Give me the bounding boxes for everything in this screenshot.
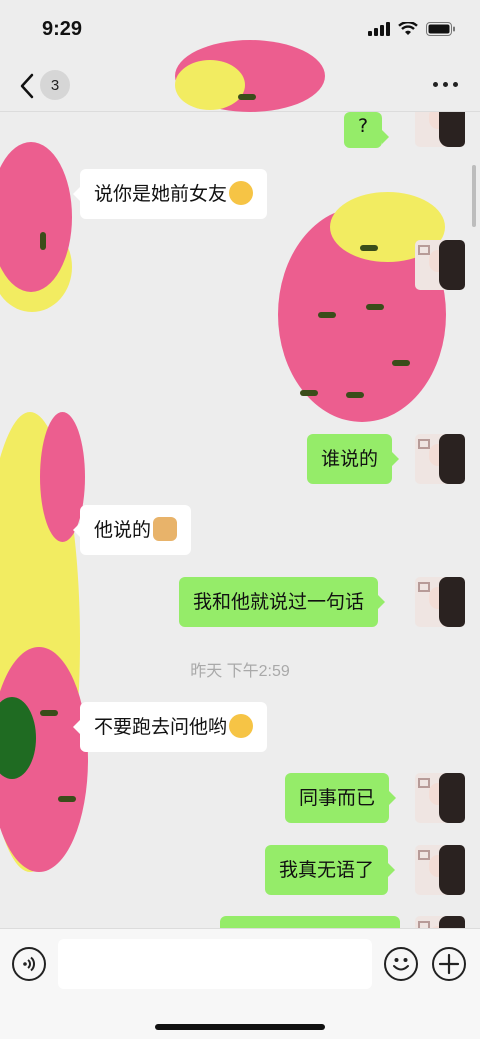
- sticker-seed: [392, 360, 410, 366]
- sticker-seed: [366, 304, 384, 310]
- outgoing-message[interactable]: 同事而已: [285, 773, 397, 823]
- outgoing-message[interactable]: 我和他就说过一句话: [179, 577, 386, 627]
- sticker-seed: [238, 94, 256, 100]
- plus-icon: [438, 953, 460, 975]
- scrollbar[interactable]: [472, 165, 476, 227]
- sticker-seed: [40, 232, 46, 250]
- laughing-crying-emoji-icon: [229, 713, 254, 738]
- sticker-seed: [318, 312, 336, 318]
- wifi-icon: [398, 22, 418, 35]
- status-time: 9:29: [42, 18, 83, 40]
- sticker-seed: [360, 245, 378, 251]
- system-icons: [368, 22, 456, 36]
- back-chevron-icon[interactable]: [16, 72, 40, 100]
- message-list[interactable]: ? 说你是她前女友 谁说的 他说的 我和他就说过一句话 昨天 下午2:59 不要…: [0, 112, 480, 928]
- unread-count-badge[interactable]: 3: [40, 70, 70, 100]
- outgoing-message[interactable]: 谁说的: [307, 434, 400, 484]
- emoji-button[interactable]: [384, 947, 418, 981]
- message-input[interactable]: [58, 939, 372, 989]
- my-avatar[interactable]: [415, 773, 465, 823]
- my-avatar[interactable]: [415, 434, 465, 484]
- message-text: 不要跑去问他哟: [94, 716, 228, 738]
- incoming-message[interactable]: 说你是她前女友: [72, 169, 268, 219]
- my-avatar[interactable]: [415, 112, 465, 147]
- battery-icon: [426, 22, 455, 36]
- message-timestamp: 昨天 下午2:59: [190, 663, 290, 680]
- voice-wave-icon: [23, 956, 35, 972]
- input-bar: [0, 928, 480, 1039]
- sticker-blob: [175, 60, 245, 110]
- more-options-icon[interactable]: [433, 82, 458, 87]
- sticker-seed: [58, 796, 76, 802]
- sticker-seed: [346, 392, 364, 398]
- message-text: 他说的: [94, 519, 152, 541]
- outgoing-message-partial[interactable]: [220, 916, 400, 928]
- more-functions-button[interactable]: [432, 947, 466, 981]
- my-avatar[interactable]: [415, 845, 465, 895]
- my-avatar[interactable]: [415, 916, 465, 928]
- voice-input-button[interactable]: [12, 947, 46, 981]
- message-text: 说你是她前女友: [94, 183, 228, 205]
- incoming-message[interactable]: 他说的: [72, 505, 192, 555]
- dizzy-face-emoji-icon: [229, 180, 254, 205]
- home-indicator: [155, 1024, 325, 1030]
- incoming-message[interactable]: 不要跑去问他哟: [72, 702, 268, 752]
- my-avatar[interactable]: [415, 577, 465, 627]
- signal-icon: [368, 22, 390, 36]
- sticker-seed: [40, 710, 58, 716]
- sticker-seed: [300, 390, 318, 396]
- outgoing-message[interactable]: 我真无语了: [265, 845, 396, 895]
- outgoing-message[interactable]: ?: [344, 112, 390, 148]
- my-avatar[interactable]: [415, 240, 465, 290]
- smiley-icon: [393, 958, 409, 971]
- dog-face-emoji-icon: [153, 516, 178, 541]
